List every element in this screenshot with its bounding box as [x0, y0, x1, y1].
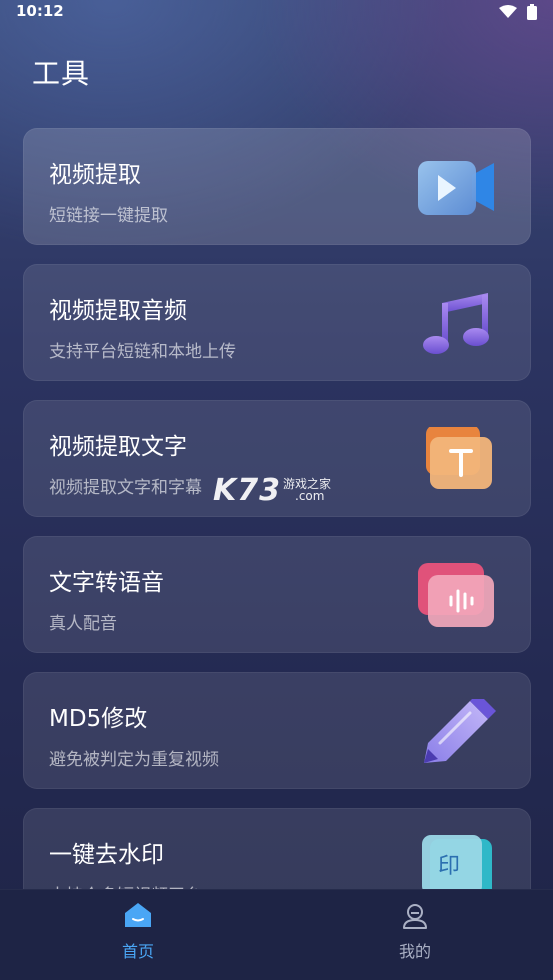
tool-list: 视频提取 短链接一键提取 视频提取音频 支持平台短链和本地上传 视频提取文字 视…: [23, 128, 531, 944]
text-t-icon: [426, 427, 492, 489]
bottom-nav: 首页 我的: [0, 889, 553, 980]
tool-card-subtitle: 视频提取文字和字幕: [49, 478, 202, 498]
tool-card-md5-modify[interactable]: MD5修改 避免被判定为重复视频: [23, 672, 531, 789]
tool-card-text-extract[interactable]: 视频提取文字 视频提取文字和字幕: [23, 400, 531, 517]
video-camera-icon: [418, 161, 494, 215]
page-title: 工具: [32, 57, 91, 90]
tool-card-subtitle: 支持平台短链和本地上传: [49, 342, 236, 362]
nav-label-home: 首页: [121, 942, 154, 961]
tool-card-subtitle: 真人配音: [49, 614, 117, 634]
tool-card-title: 视频提取: [49, 162, 141, 188]
tool-card-title: MD5修改: [49, 706, 148, 732]
status-time: 10:12: [16, 2, 64, 20]
svg-text:印: 印: [438, 854, 460, 879]
tool-card-audio-extract[interactable]: 视频提取音频 支持平台短链和本地上传: [23, 264, 531, 381]
nav-item-profile[interactable]: 我的: [277, 890, 553, 980]
nav-label-profile: 我的: [398, 942, 431, 961]
tool-card-video-extract[interactable]: 视频提取 短链接一键提取: [23, 128, 531, 245]
tool-card-title: 视频提取音频: [49, 298, 187, 324]
nav-item-home[interactable]: 首页: [0, 890, 276, 980]
profile-icon: [403, 904, 427, 929]
home-icon: [125, 903, 151, 927]
wifi-icon: [499, 5, 517, 18]
tool-card-subtitle: 避免被判定为重复视频: [49, 750, 219, 770]
tool-card-title: 一键去水印: [49, 842, 164, 868]
tool-card-text-to-speech[interactable]: 文字转语音 真人配音: [23, 536, 531, 653]
tool-card-title: 视频提取文字: [49, 434, 187, 460]
status-bar: 10:12: [0, 0, 553, 24]
battery-icon: [527, 4, 537, 20]
tool-card-subtitle: 短链接一键提取: [49, 206, 168, 226]
status-icons: [499, 4, 537, 20]
sound-wave-icon: [418, 563, 494, 627]
pencil-icon: [424, 699, 496, 763]
music-note-icon: [423, 293, 489, 354]
tool-card-title: 文字转语音: [49, 570, 164, 596]
